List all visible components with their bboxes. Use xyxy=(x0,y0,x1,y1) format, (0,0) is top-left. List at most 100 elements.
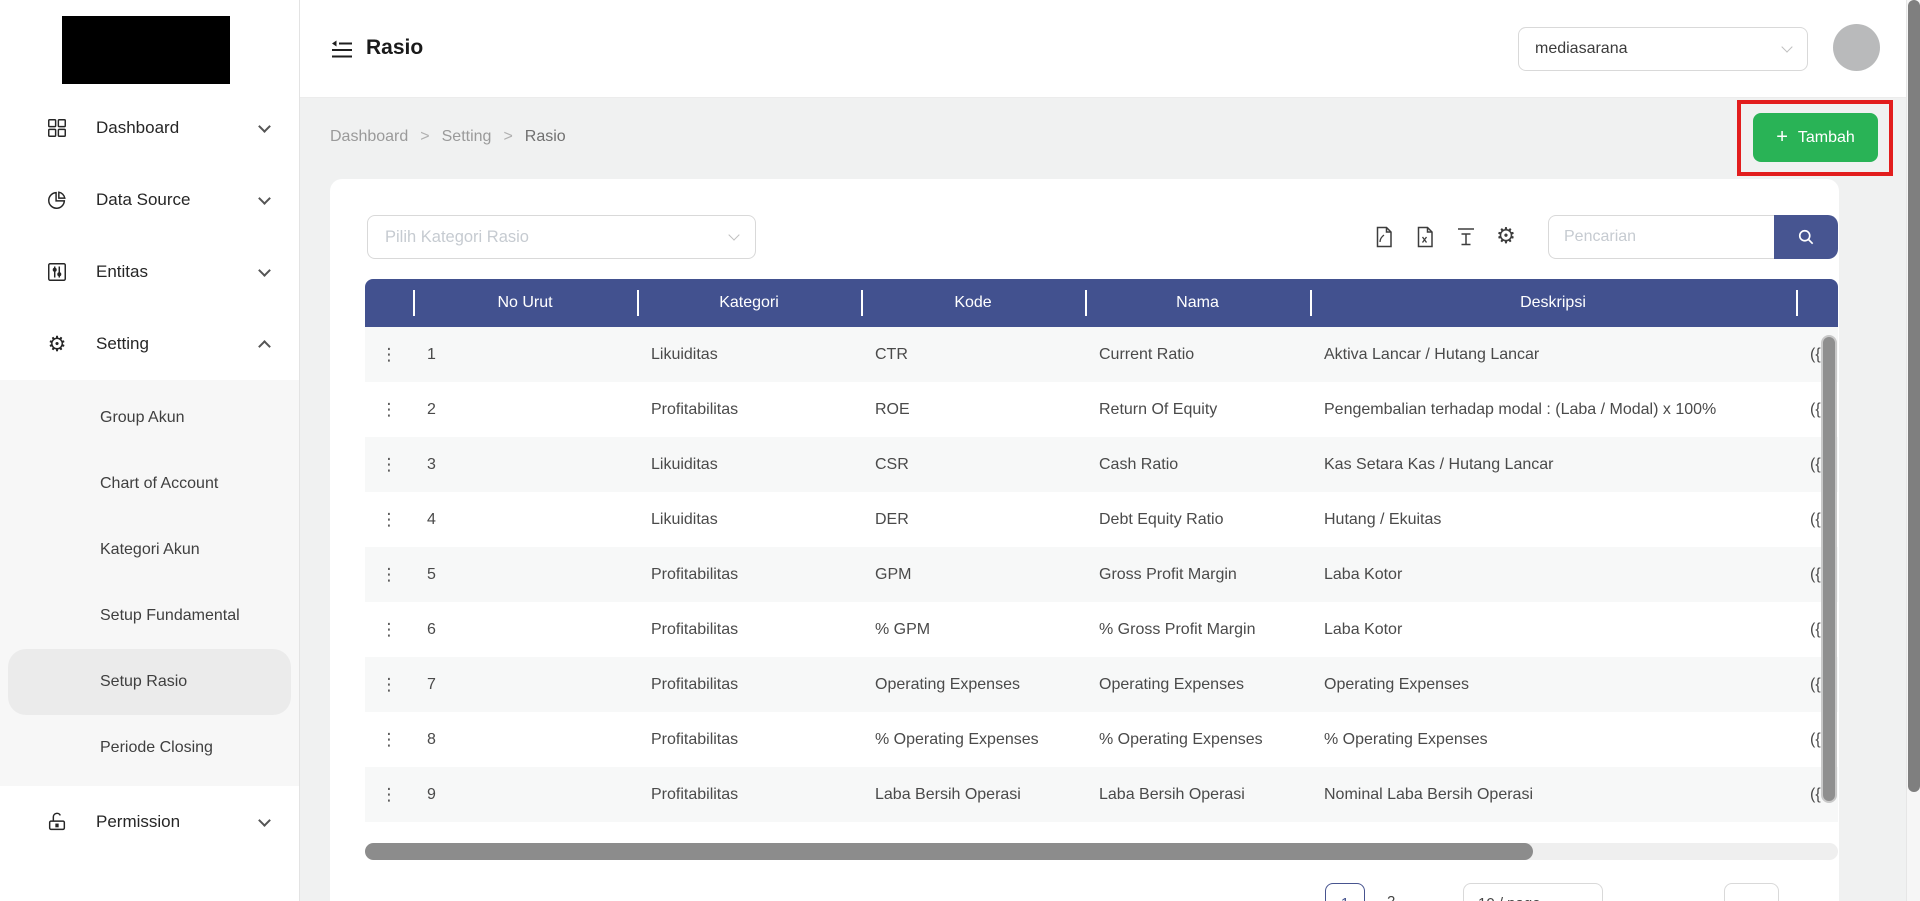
cell-nama: % Gross Profit Margin xyxy=(1099,620,1256,638)
breadcrumb-item[interactable]: Setting xyxy=(442,128,492,146)
cell-nama: Cash Ratio xyxy=(1099,455,1179,473)
search-input[interactable] xyxy=(1548,215,1774,259)
row-menu-icon[interactable] xyxy=(365,437,413,492)
submenu-item[interactable]: Setup Rasio xyxy=(8,649,291,715)
company-select-value: mediasarana xyxy=(1535,40,1628,57)
cell-kode: GPM xyxy=(875,565,912,583)
cell-no-urut: 7 xyxy=(427,675,436,693)
row-menu-icon[interactable] xyxy=(365,657,413,712)
cell-kategori: Likuiditas xyxy=(651,345,718,363)
page-scrollbar-track[interactable] xyxy=(1906,0,1920,901)
chevron-down-icon xyxy=(258,263,271,277)
sidebar-item-label: Setting xyxy=(96,334,149,353)
search-group xyxy=(1548,215,1838,259)
table-row: 7 Profitabilitas Operating Expenses Oper… xyxy=(365,657,1838,712)
pie-chart-icon xyxy=(48,191,66,209)
cell-no-urut: 3 xyxy=(427,455,436,473)
pagination-quick-jump-input[interactable] xyxy=(1724,883,1779,901)
chevron-down-icon xyxy=(258,813,271,827)
sidebar-item-label: Permission xyxy=(96,812,181,831)
add-button[interactable]: + Tambah xyxy=(1753,113,1878,162)
search-icon xyxy=(1798,229,1814,245)
app-logo xyxy=(62,16,230,84)
export-pdf-icon[interactable] xyxy=(1372,225,1396,249)
chevron-down-icon xyxy=(258,119,271,133)
gear-icon: ⚙ xyxy=(47,332,67,356)
table-settings-icon[interactable]: ⚙ xyxy=(1495,225,1517,249)
horizontal-scrollbar-thumb[interactable] xyxy=(365,843,1533,860)
cell-kategori: Profitabilitas xyxy=(651,565,739,583)
grid-icon xyxy=(48,119,66,137)
avatar[interactable] xyxy=(1833,24,1880,71)
cell-kode: Operating Expenses xyxy=(875,675,1020,693)
cell-no-urut: 6 xyxy=(427,620,436,638)
cell-kategori: Profitabilitas xyxy=(651,620,739,638)
sidebar-item-dashboard[interactable]: Dashboard xyxy=(0,92,299,164)
sidebar-item-entitas[interactable]: Entitas xyxy=(0,236,299,308)
submenu-item[interactable]: Group Akun xyxy=(8,385,291,451)
export-excel-icon[interactable] xyxy=(1413,225,1437,249)
horizontal-scrollbar-track[interactable] xyxy=(365,843,1838,860)
pagination-page-2[interactable]: 2 xyxy=(1387,893,1395,901)
category-filter-select[interactable]: Pilih Kategori Rasio xyxy=(367,215,756,259)
breadcrumb-item[interactable]: Dashboard xyxy=(330,128,408,146)
submenu-item-label: Group Akun xyxy=(100,409,185,426)
category-filter-placeholder: Pilih Kategori Rasio xyxy=(385,227,529,246)
sidebar-item-label: Dashboard xyxy=(96,118,180,137)
chevron-up-icon xyxy=(258,340,271,353)
table-row: 6 Profitabilitas % GPM % Gross Profit Ma… xyxy=(365,602,1838,657)
breadcrumb-item-current: Rasio xyxy=(524,128,566,145)
sidebar-item-setting[interactable]: ⚙ Setting xyxy=(0,308,299,380)
row-menu-icon[interactable] xyxy=(365,767,413,822)
cell-no-urut: 1 xyxy=(427,345,436,363)
search-button[interactable] xyxy=(1774,215,1838,259)
cell-nama: Current Ratio xyxy=(1099,345,1195,363)
row-menu-icon[interactable] xyxy=(365,382,413,437)
cell-kode: % GPM xyxy=(875,620,931,638)
submenu-item[interactable]: Chart of Account xyxy=(8,451,291,517)
chevron-down-icon xyxy=(258,191,271,205)
cell-nama: Return Of Equity xyxy=(1099,400,1218,418)
submenu-item[interactable]: Periode Closing xyxy=(8,715,291,781)
table-vertical-scrollbar-thumb[interactable] xyxy=(1821,335,1837,803)
export-toolbar: ⚙ xyxy=(1372,225,1517,249)
table-header-cell: No Urut xyxy=(413,279,637,327)
cell-kode: % Operating Expenses xyxy=(875,730,1039,748)
table-header-cell: Nama xyxy=(1085,279,1310,327)
table-row: 9 Profitabilitas Laba Bersih Operasi Lab… xyxy=(365,767,1838,822)
sidebar-item-data-source[interactable]: Data Source xyxy=(0,164,299,236)
row-menu-icon[interactable] xyxy=(365,327,413,382)
company-select[interactable]: mediasarana xyxy=(1518,27,1808,71)
setting-submenu: Group Akun Chart of Account Kategori Aku… xyxy=(0,380,299,786)
cell-deskripsi: Laba Kotor xyxy=(1324,565,1403,583)
pagination-prev-icon[interactable]: ‹ xyxy=(1295,895,1301,901)
cell-kategori: Profitabilitas xyxy=(651,675,739,693)
sidebar-item-label: Data Source xyxy=(96,190,191,209)
table-row: 2 Profitabilitas ROE Return Of Equity Pe… xyxy=(365,382,1838,437)
row-menu-icon[interactable] xyxy=(365,547,413,602)
sliders-icon xyxy=(48,263,66,281)
submenu-item-label: Setup Fundamental xyxy=(100,607,240,624)
submenu-item[interactable]: Kategori Akun xyxy=(8,517,291,583)
page-scrollbar-thumb[interactable] xyxy=(1908,0,1920,792)
cell-deskripsi: Pengembalian terhadap modal : (Laba / Mo… xyxy=(1324,400,1717,418)
cell-kode: ROE xyxy=(875,400,910,418)
row-menu-icon[interactable] xyxy=(365,712,413,767)
row-height-icon[interactable] xyxy=(1454,225,1478,249)
cell-kategori: Likuiditas xyxy=(651,510,718,528)
table-header-actions-col xyxy=(365,279,413,327)
pagination-page-1[interactable]: 1 xyxy=(1325,883,1365,901)
sidebar-item-label: Entitas xyxy=(96,262,148,281)
pagination-page-size-select[interactable]: 10 / page xyxy=(1463,883,1603,901)
pagination-next-icon[interactable]: › xyxy=(1423,895,1429,901)
row-menu-icon[interactable] xyxy=(365,602,413,657)
chevron-down-icon xyxy=(728,229,740,241)
breadcrumb: Dashboard > Setting > Rasio xyxy=(330,128,566,146)
cell-kode: DER xyxy=(875,510,909,528)
submenu-item-label: Chart of Account xyxy=(100,475,219,492)
menu-fold-icon[interactable] xyxy=(330,38,354,62)
submenu-item[interactable]: Setup Fundamental xyxy=(8,583,291,649)
sidebar-item-permission[interactable]: Permission xyxy=(0,786,299,858)
row-menu-icon[interactable] xyxy=(365,492,413,547)
table-header-cell: Deskripsi xyxy=(1310,279,1796,327)
